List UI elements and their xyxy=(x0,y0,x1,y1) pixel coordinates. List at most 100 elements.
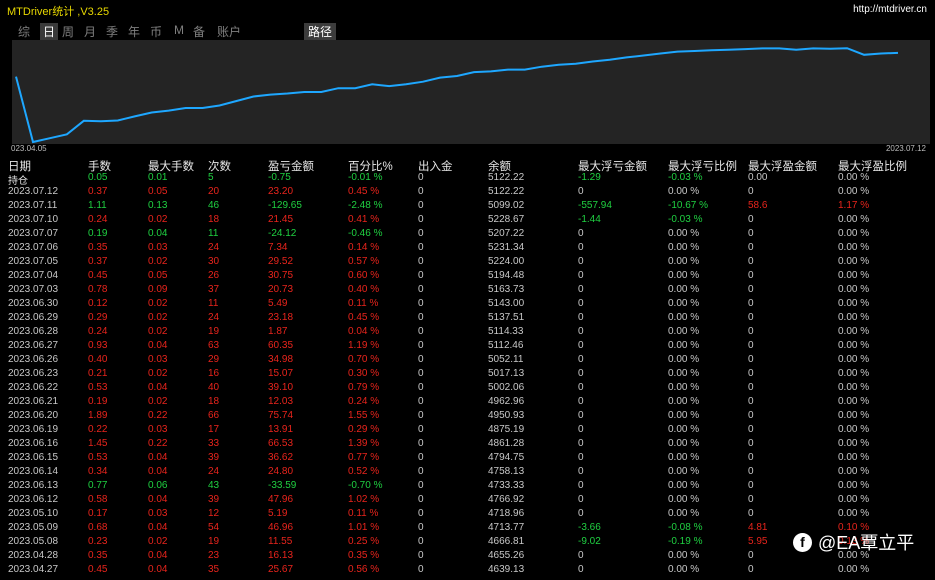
cell-bal: 5143.00 xyxy=(488,298,525,309)
cell-date: 2023.06.16 xyxy=(8,438,59,449)
tab-route[interactable]: 路径 xyxy=(304,23,337,40)
tab-period-0[interactable]: 综 xyxy=(18,23,30,40)
table-row[interactable]: 2023.07.06 0.35 0.03 24 7.34 0.14 % 0 5231.34 0 0… xyxy=(0,241,935,255)
table-row[interactable]: 2023.07.05 0.37 0.02 30 29.52 0.57 % 0 5224.00 0… xyxy=(0,255,935,269)
cell-bal: 4655.26 xyxy=(488,550,525,561)
cell-io: 0 xyxy=(418,172,424,183)
cell-mfp_amt: 0 xyxy=(748,298,754,309)
cell-pct: 0.41 % xyxy=(348,214,380,225)
cell-count: 24 xyxy=(208,312,220,323)
tab-period-1[interactable]: 日 xyxy=(40,23,59,40)
cell-pct: -0.46 % xyxy=(348,228,383,239)
table-row[interactable]: 2023.06.14 0.34 0.04 24 24.80 0.52 % 0 4758.13 0… xyxy=(0,465,935,479)
table-row[interactable]: 2023.06.29 0.29 0.02 24 23.18 0.45 % 0 5137.51 0… xyxy=(0,311,935,325)
tab-period-4[interactable]: 季 xyxy=(106,23,118,40)
cell-lots: 0.40 xyxy=(88,354,108,365)
cell-mfl_pct: 0.00 % xyxy=(668,326,700,337)
table-row[interactable]: 2023.07.04 0.45 0.05 26 30.75 0.60 % 0 5194.48 0… xyxy=(0,269,935,283)
cell-count: 37 xyxy=(208,284,220,295)
tab-period-5[interactable]: 年 xyxy=(128,23,140,40)
cell-date: 2023.06.20 xyxy=(8,410,59,421)
chart-start-date: 023.04.05 xyxy=(11,144,47,153)
cell-date: 2023.05.08 xyxy=(8,536,59,547)
table-row[interactable]: 2023.06.23 0.21 0.02 16 15.07 0.30 % 0 5017.13 0… xyxy=(0,367,935,381)
cell-io: 0 xyxy=(418,298,424,309)
cell-mfl_amt: 0 xyxy=(578,508,584,519)
tab-period-6[interactable]: 币 xyxy=(150,23,162,40)
cell-max_lots: 0.04 xyxy=(148,452,168,463)
table-row[interactable]: 2023.06.13 0.77 0.06 43 -33.59 -0.70 % 0 4733.3… xyxy=(0,479,935,493)
cell-io: 0 xyxy=(418,368,424,379)
cell-pnl: 24.80 xyxy=(268,466,294,477)
cell-count: 66 xyxy=(208,410,220,421)
cell-pnl: 20.73 xyxy=(268,284,294,295)
cell-lots: 0.53 xyxy=(88,452,108,463)
chart-end-date: 2023.07.12 xyxy=(885,144,926,153)
cell-mfp_amt: 0 xyxy=(748,480,754,491)
table-row[interactable]: 2023.04.27 0.45 0.04 35 25.67 0.56 % 0 4639.13 0… xyxy=(0,563,935,577)
cell-mfp_amt: 0 xyxy=(748,508,754,519)
table-row[interactable]: 2023.06.21 0.19 0.02 18 12.03 0.24 % 0 4962.96 0… xyxy=(0,395,935,409)
cell-io: 0 xyxy=(418,270,424,281)
cell-mfl_amt: 0 xyxy=(578,270,584,281)
cell-count: 40 xyxy=(208,382,220,393)
facebook-icon: f xyxy=(793,532,812,552)
cell-pct: 0.70 % xyxy=(348,354,380,365)
tab-period-3[interactable]: 月 xyxy=(84,23,96,40)
cell-lots: 0.53 xyxy=(88,382,108,393)
table-row[interactable]: 2023.06.27 0.93 0.04 63 60.35 1.19 % 0 5112.46 0… xyxy=(0,339,935,353)
tab-period-9[interactable]: 账户 xyxy=(217,23,241,40)
equity-line xyxy=(15,47,899,144)
cell-date: 2023.07.12 xyxy=(8,186,59,197)
cell-io: 0 xyxy=(418,382,424,393)
cell-max_lots: 0.02 xyxy=(148,396,168,407)
cell-lots: 0.17 xyxy=(88,508,108,519)
cell-mfp_amt: 0 xyxy=(748,312,754,323)
cell-pnl: 12.03 xyxy=(268,396,294,407)
table-row[interactable]: 2023.06.28 0.24 0.02 19 1.87 0.04 % 0 5114.33 0 0… xyxy=(0,325,935,339)
cell-count: 16 xyxy=(208,368,220,379)
cell-lots: 1.11 xyxy=(88,200,107,211)
cell-pct: 0.35 % xyxy=(348,550,380,561)
cell-pnl: -129.65 xyxy=(268,200,302,211)
cell-date: 2023.06.27 xyxy=(8,340,59,351)
table-row[interactable]: 2023.05.10 0.17 0.03 12 5.19 0.11 % 0 4718.96 0 0… xyxy=(0,507,935,521)
cell-count: 30 xyxy=(208,256,220,267)
table-row[interactable]: 2023.06.22 0.53 0.04 40 39.10 0.79 % 0 5002.06 0… xyxy=(0,381,935,395)
cell-pct: 0.57 % xyxy=(348,256,380,267)
tab-period-2[interactable]: 周 xyxy=(62,23,74,40)
cell-pnl: 30.75 xyxy=(268,270,294,281)
cell-lots: 0.21 xyxy=(88,368,108,379)
table-row[interactable]: 2023.07.12 0.37 0.05 20 23.20 0.45 % 0 5122.22 0… xyxy=(0,185,935,199)
table-body: 持仓 0.05 0.01 5 -0.75 -0.01 % 0 5122.22 -1.29 -0.0… xyxy=(0,171,935,577)
site-url-link[interactable]: http://mtdriver.cn xyxy=(853,4,927,15)
table-row[interactable]: 2023.06.12 0.58 0.04 39 47.96 1.02 % 0 4766.92 0… xyxy=(0,493,935,507)
cell-io: 0 xyxy=(418,200,424,211)
cell-io: 0 xyxy=(418,228,424,239)
table-row[interactable]: 2023.07.11 1.11 0.13 46 -129.65 -2.48 % 0 5099.… xyxy=(0,199,935,213)
table-row[interactable]: 2023.06.16 1.45 0.22 33 66.53 1.39 % 0 4861.28 0… xyxy=(0,437,935,451)
cell-pnl: -0.75 xyxy=(268,172,291,183)
cell-pnl: 11.55 xyxy=(268,536,293,547)
cell-mfl_amt: 0 xyxy=(578,284,584,295)
table-row[interactable]: 2023.06.19 0.22 0.03 17 13.91 0.29 % 0 4875.19 0… xyxy=(0,423,935,437)
cell-mfl_pct: 0.00 % xyxy=(668,480,700,491)
tab-period-8[interactable]: 备 xyxy=(193,23,205,40)
cell-mfp_pct: 0.00 % xyxy=(838,354,870,365)
table-row[interactable]: 2023.06.15 0.53 0.04 39 36.62 0.77 % 0 4794.75 0… xyxy=(0,451,935,465)
table-row[interactable]: 2023.06.20 1.89 0.22 66 75.74 1.55 % 0 4950.93 0… xyxy=(0,409,935,423)
cell-io: 0 xyxy=(418,256,424,267)
cell-count: 11 xyxy=(208,228,219,239)
table-row[interactable]: 2023.07.07 0.19 0.04 11 -24.12 -0.46 % 0 5207.2… xyxy=(0,227,935,241)
cell-mfp_pct: 0.00 % xyxy=(838,340,870,351)
table-row[interactable]: 2023.07.10 0.24 0.02 18 21.45 0.41 % 0 5228.67 -… xyxy=(0,213,935,227)
table-row[interactable]: 2023.06.30 0.12 0.02 11 5.49 0.11 % 0 5143.00 0 0… xyxy=(0,297,935,311)
cell-max_lots: 0.05 xyxy=(148,186,168,197)
table-row[interactable]: 持仓 0.05 0.01 5 -0.75 -0.01 % 0 5122.22 -1.29 -0.0… xyxy=(0,171,935,187)
cell-date: 2023.04.27 xyxy=(8,564,59,575)
tab-period-7[interactable]: M xyxy=(174,23,184,37)
cell-mfp_amt: 0 xyxy=(748,564,754,575)
table-row[interactable]: 2023.07.03 0.78 0.09 37 20.73 0.40 % 0 5163.73 0… xyxy=(0,283,935,297)
cell-count: 17 xyxy=(208,424,220,435)
table-row[interactable]: 2023.06.26 0.40 0.03 29 34.98 0.70 % 0 5052.11 0… xyxy=(0,353,935,367)
